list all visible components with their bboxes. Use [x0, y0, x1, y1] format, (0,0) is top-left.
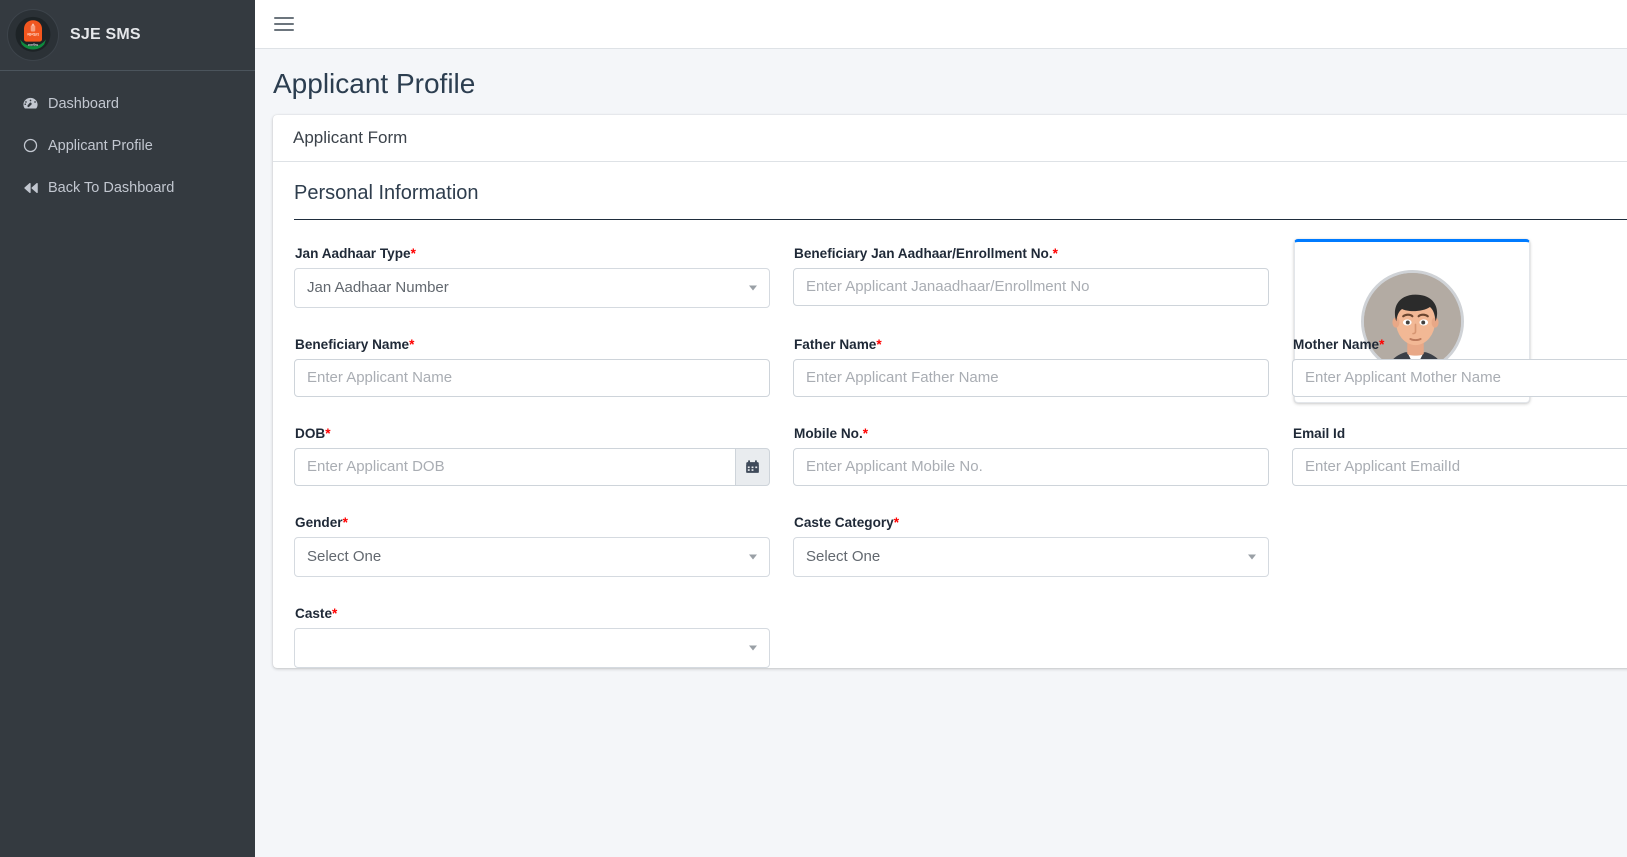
backward-icon	[22, 179, 48, 197]
label-mobile-no: Mobile No.*	[794, 426, 1269, 441]
select-gender[interactable]: Select One	[294, 536, 770, 577]
calendar-glyph	[746, 460, 759, 473]
required-asterisk: *	[332, 605, 338, 621]
input-beneficiary-name[interactable]	[294, 358, 770, 397]
input-beneficiary-jan-aadhaar-no[interactable]	[793, 267, 1269, 306]
sidebar-item-label: Applicant Profile	[48, 137, 153, 154]
content-header: Applicant Profile	[255, 49, 1627, 115]
input-email-id[interactable]	[1292, 447, 1627, 486]
label-gender: Gender*	[295, 515, 770, 530]
label-dob: DOB*	[295, 426, 770, 441]
field-group-email-id: Email Id	[1292, 413, 1627, 486]
label-caste-category: Caste Category*	[794, 515, 1269, 530]
card-body: Personal Information Jan Aadhaar Type* J…	[273, 162, 1627, 668]
label-email-id: Email Id	[1293, 426, 1627, 441]
sidebar-item-label: Back To Dashboard	[48, 179, 175, 196]
card-header-title: Applicant Form	[273, 115, 1627, 162]
field-group-father-name: Father Name*	[793, 324, 1292, 397]
field-group-caste-category: Caste Category* Select One	[793, 502, 1292, 577]
select-wrap: Jan Aadhaar Number	[294, 267, 770, 308]
row-spacer	[294, 577, 1627, 593]
sidebar-nav: Dashboard Applicant Profile Back To Dash…	[0, 71, 255, 204]
sidebar-item-label: Dashboard	[48, 95, 119, 112]
select-wrap	[294, 627, 770, 668]
label-text: Beneficiary Name	[295, 336, 410, 352]
applicant-form-card: Applicant Form Personal Information Jan …	[273, 114, 1627, 668]
select-wrap: Select One	[294, 536, 770, 577]
label-text: Father Name	[794, 336, 877, 352]
sidebar-item-back-to-dashboard[interactable]: Back To Dashboard	[8, 171, 247, 204]
svg-text:सामाजिक: सामाजिक	[28, 43, 39, 47]
input-mother-name[interactable]	[1292, 358, 1627, 397]
select-caste-category[interactable]: Select One	[793, 536, 1269, 577]
label-text: Beneficiary Jan Aadhaar/Enrollment No.	[794, 245, 1053, 261]
sidebar-item-applicant-profile[interactable]: Applicant Profile	[8, 129, 247, 162]
page-title: Applicant Profile	[273, 68, 476, 99]
input-dob[interactable]	[294, 447, 735, 486]
required-asterisk: *	[876, 336, 882, 352]
label-text: Mother Name	[1293, 336, 1380, 352]
field-group-beneficiary-name: Beneficiary Name*	[294, 324, 793, 397]
field-group-placeholder-empty	[1292, 502, 1627, 577]
label-beneficiary-name: Beneficiary Name*	[295, 337, 770, 352]
label-jan-aadhaar-type: Jan Aadhaar Type*	[295, 246, 770, 261]
form-row-1: Jan Aadhaar Type* Jan Aadhaar Number Ben…	[294, 233, 1627, 403]
required-asterisk: *	[410, 245, 416, 261]
sidebar-item-dashboard[interactable]: Dashboard	[8, 87, 247, 120]
required-asterisk: *	[342, 514, 348, 530]
label-beneficiary-jan-aadhaar-no: Beneficiary Jan Aadhaar/Enrollment No.*	[794, 246, 1269, 261]
label-text: Caste	[295, 605, 333, 621]
label-text: Mobile No.	[794, 425, 863, 441]
input-father-name[interactable]	[793, 358, 1269, 397]
rajasthan-sje-emblem-icon: मान्यता सामाजिक	[8, 10, 58, 60]
select-wrap: Select One	[793, 536, 1269, 577]
brand-header[interactable]: मान्यता सामाजिक SJE SMS	[0, 0, 255, 71]
label-text: DOB	[295, 425, 326, 441]
sidebar: मान्यता सामाजिक SJE SMS Dashboard Applic…	[0, 0, 255, 857]
label-text: Caste Category	[794, 514, 894, 530]
form-row-5: Caste*	[294, 593, 1627, 668]
required-asterisk: *	[1379, 336, 1385, 352]
field-group-dob: DOB*	[294, 413, 793, 486]
section-title-personal-information: Personal Information	[294, 182, 1627, 220]
label-text: Email Id	[1293, 425, 1346, 441]
input-mobile-no[interactable]	[793, 447, 1269, 486]
hamburger-icon[interactable]	[271, 11, 297, 37]
label-text: Gender	[295, 514, 343, 530]
field-group-beneficiary-jan-aadhaar-no: Beneficiary Jan Aadhaar/Enrollment No.*	[793, 233, 1292, 308]
required-asterisk: *	[893, 514, 900, 530]
top-navbar	[255, 0, 1627, 49]
field-group-mobile-no: Mobile No.*	[793, 413, 1292, 486]
form-row-4: Gender* Select One Caste Category* Selec…	[294, 502, 1627, 577]
label-text: Jan Aadhaar Type	[295, 245, 411, 261]
form-row-2: Beneficiary Name* Father Name* Mother Na…	[294, 324, 1627, 397]
required-asterisk: *	[862, 425, 869, 441]
svg-text:मान्यता: मान्यता	[27, 33, 39, 38]
required-asterisk: *	[409, 336, 415, 352]
field-group-caste: Caste*	[294, 593, 793, 668]
brand-title: SJE SMS	[70, 26, 141, 43]
select-caste[interactable]	[294, 627, 770, 668]
calendar-icon[interactable]	[734, 447, 770, 486]
field-group-gender: Gender* Select One	[294, 502, 793, 577]
row-spacer	[294, 486, 1627, 502]
field-group-mother-name: Mother Name*	[1292, 324, 1627, 397]
field-group-jan-aadhaar-type: Jan Aadhaar Type* Jan Aadhaar Number	[294, 233, 793, 308]
required-asterisk: *	[325, 425, 331, 441]
label-mother-name: Mother Name*	[1293, 337, 1627, 352]
circle-icon	[22, 137, 48, 154]
label-father-name: Father Name*	[794, 337, 1269, 352]
main-content: Applicant Profile Applicant Form Persona…	[255, 0, 1627, 857]
tachometer-icon	[22, 95, 48, 112]
form-row-3: DOB* Enter Applicant DOB Mobile No.* Ent…	[294, 413, 1627, 486]
emblem-svg: मान्यता सामाजिक	[15, 16, 51, 52]
select-jan-aadhaar-type[interactable]: Jan Aadhaar Number	[294, 267, 770, 308]
input-group-dob	[294, 447, 770, 486]
required-asterisk: *	[1052, 245, 1058, 261]
label-caste: Caste*	[295, 606, 770, 621]
